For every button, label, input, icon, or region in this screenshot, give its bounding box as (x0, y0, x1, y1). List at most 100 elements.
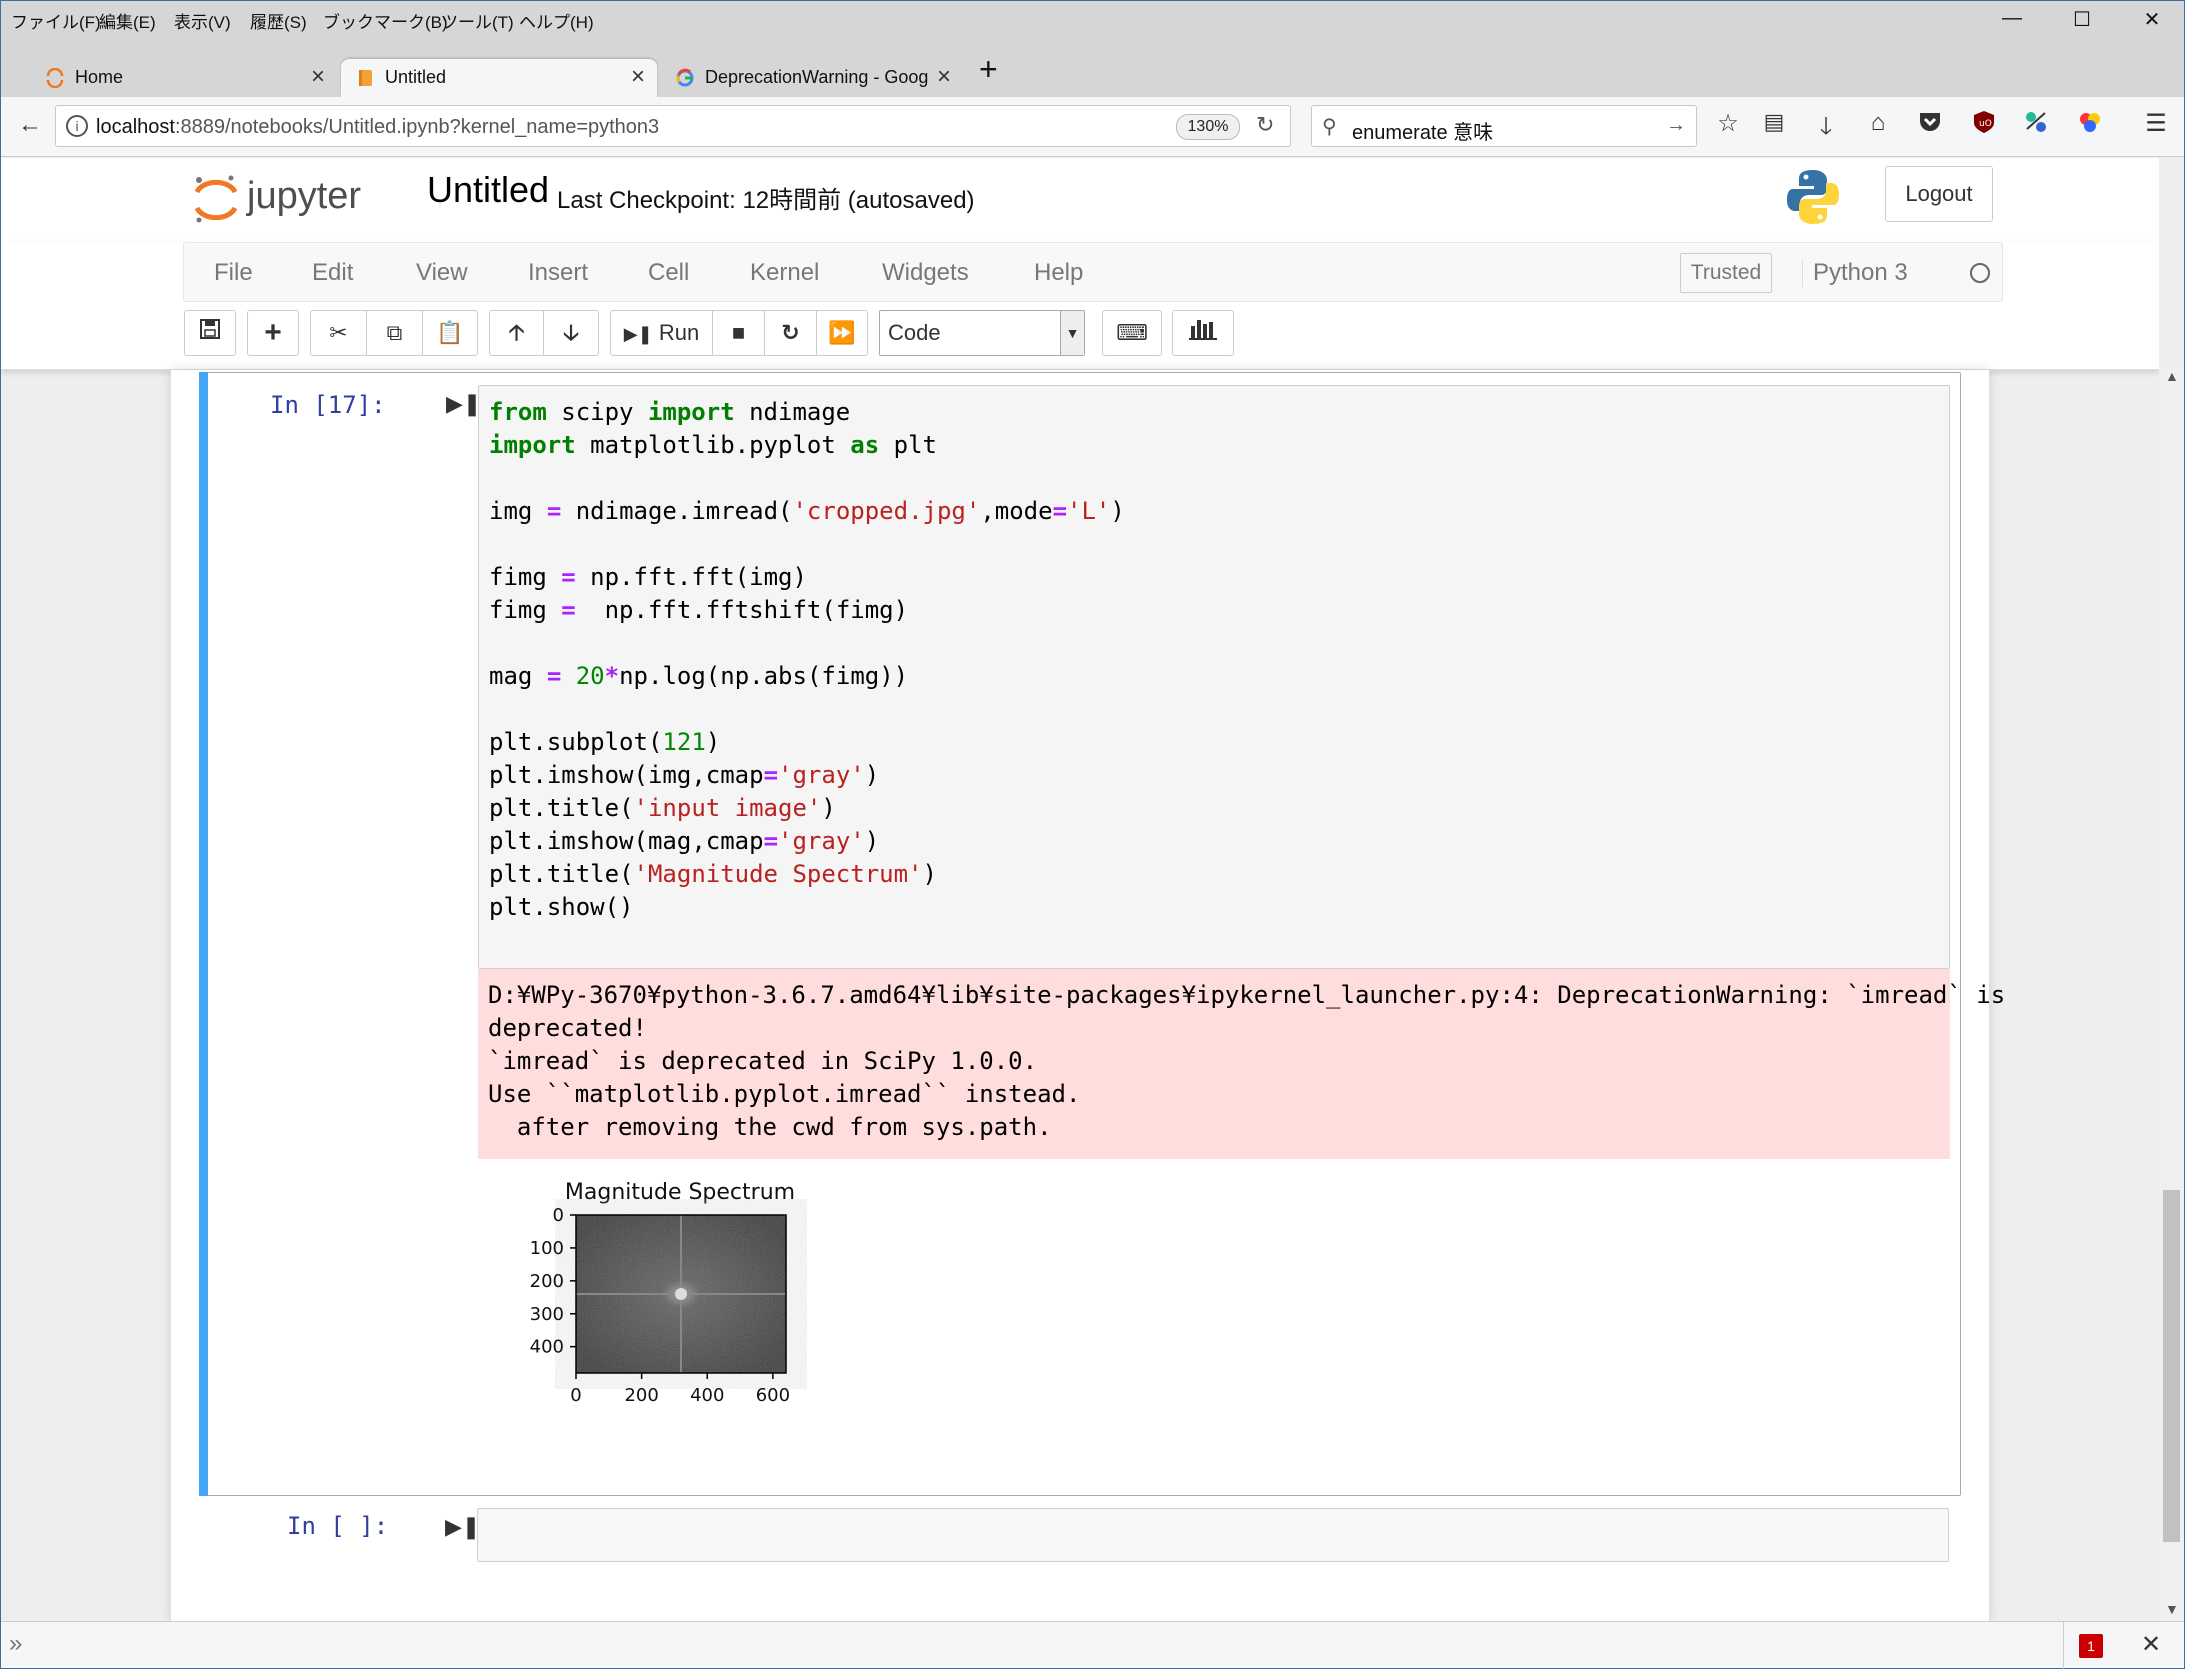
pocket-icon[interactable] (1915, 109, 1945, 139)
navigation-bar: ← i localhost:8889/notebooks/Untitled.ip… (1, 97, 2184, 157)
run-button[interactable]: ▶❚ Run (611, 311, 713, 355)
search-box[interactable]: ⚲ enumerate 意味 → (1311, 105, 1697, 147)
tab-google[interactable]: DeprecationWarning - Goog × (661, 59, 963, 97)
copy-icon[interactable]: ⧉ (367, 311, 423, 355)
run-group: ▶❚ Run ■ ↻ ⏩ (610, 310, 868, 356)
jupyter-logo[interactable]: jupyter (191, 168, 411, 228)
extension-icon[interactable] (2021, 109, 2051, 139)
menu-history[interactable]: 履歴(S) (250, 8, 307, 33)
code-line: import matplotlib.pyplot as plt (489, 431, 937, 459)
nbmenu-view[interactable]: View (416, 259, 468, 287)
scroll-down-icon[interactable]: ▼ (2165, 1601, 2179, 1617)
stderr-line: Use ``matplotlib.pyplot.imread`` instead… (488, 1080, 1081, 1108)
code-cell-empty[interactable]: In [ ]: ▶❚ (199, 1506, 1961, 1566)
menu-help[interactable]: ヘルプ(H) (519, 8, 594, 33)
code-cell-selected[interactable]: In [17]: ▶❚ from scipy import ndimage im… (199, 372, 2005, 1496)
code-line: plt.imshow(mag,cmap='gray') (489, 827, 880, 855)
nbmenu-help[interactable]: Help (1034, 259, 1083, 287)
move-up-icon[interactable]: 🡡 (490, 311, 544, 355)
cell-type-value: Code (888, 320, 941, 345)
menu-file[interactable]: ファイル(F) (11, 8, 101, 33)
fast-forward-icon[interactable]: ⏩ (817, 311, 867, 355)
info-icon[interactable]: i (66, 115, 88, 137)
magnitude-spectrum-plot: Magnitude Spectrum 0 200 400 600 0 100 200 300… (530, 1180, 795, 1406)
nbmenu-insert[interactable]: Insert (528, 259, 588, 287)
code-editor[interactable]: from scipy import ndimage import matplot… (478, 385, 1950, 969)
notebook-title[interactable]: Untitled (427, 169, 549, 211)
trusted-indicator[interactable]: Trusted (1680, 253, 1772, 293)
url-path: :8889/notebooks/Untitled.ipynb?kernel_na… (174, 116, 660, 138)
reading-list-icon[interactable]: ▤ (1759, 109, 1789, 139)
stderr-line: after removing the cwd from sys.path. (488, 1113, 1052, 1141)
move-group: 🡡 🡣 (489, 310, 599, 356)
close-bar-icon[interactable]: ✕ (2141, 1630, 2161, 1659)
paste-icon[interactable]: 📋 (423, 311, 477, 355)
x-tick-label: 600 (756, 1385, 790, 1406)
run-cell-icon[interactable]: ▶❚ (445, 1514, 480, 1540)
go-arrow-icon[interactable]: → (1666, 114, 1686, 137)
stop-icon[interactable]: ■ (713, 311, 765, 355)
nbmenu-cell[interactable]: Cell (648, 259, 689, 287)
input-prompt: In [17]: (270, 391, 386, 419)
reload-icon[interactable]: ↻ (1256, 112, 1274, 138)
keyboard-icon[interactable]: ⌨ (1103, 311, 1161, 355)
kernel-name[interactable]: Python 3 (1802, 259, 1908, 287)
code-line: fimg = np.fft.fft(img) (489, 563, 807, 591)
hamburger-menu-icon[interactable]: ☰ (2141, 109, 2171, 139)
ublock-icon[interactable]: uO (1969, 109, 1999, 139)
code-editor[interactable] (477, 1508, 1949, 1562)
code-line: plt.subplot(121) (489, 728, 721, 756)
cell-type-select[interactable]: Code ▼ (879, 310, 1085, 356)
x-tick-label: 400 (690, 1385, 724, 1406)
menu-edit[interactable]: 編集(E) (99, 8, 156, 33)
insert-cell-icon[interactable]: + (248, 311, 298, 355)
code-line: fimg = np.fft.fftshift(fimg) (489, 596, 909, 624)
logout-button[interactable]: Logout (1885, 166, 1993, 222)
tab-untitled[interactable]: Untitled × (341, 59, 657, 97)
bar-chart-icon[interactable] (1173, 311, 1233, 355)
y-axis: 0 100 200 300 400 (530, 1205, 576, 1358)
nbmenu-edit[interactable]: Edit (312, 259, 353, 287)
notification-badge[interactable]: 1 (2079, 1634, 2103, 1658)
nbmenu-file[interactable]: File (214, 259, 253, 287)
move-down-icon[interactable]: 🡣 (544, 311, 598, 355)
find-bar: » 1 ✕ (1, 1621, 2184, 1669)
minimize-icon[interactable]: — (1997, 7, 2027, 31)
divider (2063, 1622, 2064, 1669)
svg-text:uO: uO (1979, 119, 1992, 129)
double-chevron-icon[interactable]: » (9, 1630, 22, 1658)
menu-tools[interactable]: ツール(T) (441, 8, 514, 33)
restart-icon[interactable]: ↻ (765, 311, 817, 355)
tab-home[interactable]: Home × (31, 59, 337, 97)
run-icon: ▶❚ (623, 324, 653, 344)
vertical-scrollbar[interactable]: ▲ ▼ (2159, 366, 2184, 1621)
close-window-icon[interactable]: ✕ (2137, 7, 2167, 31)
zoom-level[interactable]: 130% (1176, 114, 1240, 140)
download-icon[interactable]: 🡓 (1811, 109, 1841, 140)
nbmenu-widgets[interactable]: Widgets (882, 259, 969, 287)
code-text: from scipy import ndimage import matplot… (489, 396, 1125, 924)
new-tab-icon[interactable]: + (979, 51, 1019, 89)
code-line: plt.show() (489, 893, 634, 921)
home-icon[interactable]: ⌂ (1863, 109, 1893, 139)
maximize-icon[interactable]: ☐ (2067, 7, 2097, 31)
color-extension-icon[interactable] (2075, 109, 2105, 139)
tab-close-icon[interactable]: × (311, 63, 325, 91)
nbmenu-kernel[interactable]: Kernel (750, 259, 819, 287)
notebook-container: In [17]: ▶❚ from scipy import ndimage im… (171, 370, 2005, 1621)
run-label: Run (658, 320, 700, 345)
scroll-up-icon[interactable]: ▲ (2165, 368, 2179, 384)
cut-icon[interactable]: ✂ (311, 311, 367, 355)
back-arrow-icon[interactable]: ← (15, 111, 45, 141)
menu-bookmarks[interactable]: ブックマーク(B) (323, 8, 448, 33)
tab-close-icon[interactable]: × (932, 63, 951, 91)
save-icon[interactable] (185, 311, 235, 355)
menu-view[interactable]: 表示(V) (174, 8, 231, 33)
tab-close-icon[interactable]: × (631, 63, 645, 91)
address-bar[interactable]: i localhost:8889/notebooks/Untitled.ipyn… (55, 105, 1291, 147)
run-cell-icon[interactable]: ▶❚ (446, 391, 481, 417)
bookmark-star-icon[interactable]: ☆ (1713, 109, 1743, 139)
y-tick-label: 0 (553, 1205, 564, 1226)
chart-group (1172, 310, 1234, 356)
scrollbar-thumb[interactable] (2163, 1190, 2180, 1542)
